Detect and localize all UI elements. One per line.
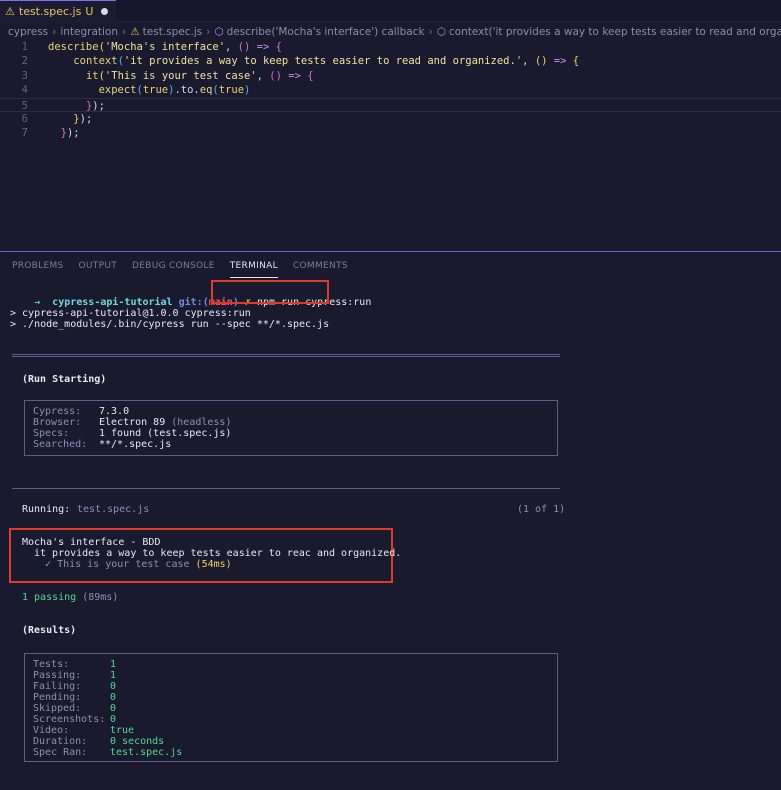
code-line[interactable]: 5 }); [0, 97, 781, 112]
running-count: (1 of 1) [517, 504, 566, 515]
flask-icon: ⚠ [130, 26, 140, 38]
panel-tabs: PROBLEMS OUTPUT DEBUG CONSOLE TERMINAL C… [0, 252, 781, 278]
breadcrumb-item-context[interactable]: context('it provides a way to keep tests… [449, 26, 781, 38]
results-heading: (Results) [22, 625, 77, 636]
searched-label: Searched: [33, 439, 88, 450]
line-number: 7 [21, 127, 28, 140]
chevron-right-icon: › [428, 26, 433, 38]
passing-summary: 1 passing (89ms) [22, 592, 119, 603]
tab-filename: test.spec.js [18, 5, 82, 18]
cube-icon: ⬡ [436, 26, 446, 38]
divider-line [12, 354, 560, 355]
flask-icon: ⚠ [5, 5, 15, 18]
code-text: context('it provides a way to keep tests… [73, 55, 580, 68]
chevron-right-icon: › [122, 26, 127, 38]
code-text: describe('Mocha's interface', () => { [48, 41, 282, 53]
code-line[interactable]: 7 }); [0, 126, 781, 140]
test-result-line: ✓ This is your test case (54ms) [45, 559, 232, 570]
result-value: test.spec.js [110, 747, 183, 758]
file-tab[interactable]: ⚠ test.spec.js U [0, 0, 116, 22]
code-editor[interactable]: 1 describe('Mocha's interface', () => {2 … [0, 40, 781, 250]
breadcrumb-item-integration[interactable]: integration [60, 26, 118, 38]
results-box [24, 653, 558, 762]
code-line[interactable]: 6 }); [0, 112, 781, 126]
tab-comments[interactable]: COMMENTS [293, 252, 348, 278]
chevron-right-icon: › [52, 26, 57, 38]
code-text: }); [85, 99, 105, 112]
tab-output[interactable]: OUTPUT [79, 252, 117, 278]
running-spec: test.spec.js [77, 504, 150, 515]
code-text: it('This is your test case', () => { [85, 69, 314, 82]
result-label: Spec Ran: [33, 747, 88, 758]
line-number: 6 [21, 113, 28, 125]
divider-line [12, 488, 560, 489]
line-number: 1 [21, 41, 28, 53]
running-label: Running: [22, 504, 71, 515]
editor-tab-bar: ⚠ test.spec.js U [0, 0, 781, 22]
breadcrumb-item-cypress[interactable]: cypress [8, 26, 48, 38]
npm-output-line-2: > ./node_modules/.bin/cypress run --spec… [10, 319, 330, 330]
divider-line [12, 356, 560, 357]
git-label: git:( [178, 297, 209, 308]
prompt-directory: cypress-api-tutorial [52, 297, 173, 308]
code-text: expect(true).to.eq(true) [98, 84, 251, 97]
searched-value: **/*.spec.js [99, 439, 172, 450]
tab-problems[interactable]: PROBLEMS [12, 252, 64, 278]
code-text: }); [73, 113, 93, 125]
line-number: 3 [21, 69, 28, 82]
line-number: 4 [21, 84, 28, 97]
run-starting-heading: (Run Starting) [22, 374, 107, 385]
unsaved-dot-icon[interactable] [101, 8, 109, 15]
tab-debug-console[interactable]: DEBUG CONSOLE [132, 252, 215, 278]
tab-git-status: U [85, 5, 94, 18]
terminal[interactable]: → cypress-api-tutorial git:(main) ✗ npm … [0, 278, 781, 790]
code-text: }); [60, 127, 80, 140]
code-line[interactable]: 4 expect(true).to.eq(true) [0, 83, 781, 97]
breadcrumb-item-describe[interactable]: describe('Mocha's interface') callback [227, 26, 425, 38]
line-number: 5 [21, 99, 28, 112]
code-line[interactable]: 1 describe('Mocha's interface', () => { [0, 40, 781, 54]
breadcrumb-item-file[interactable]: test.spec.js [143, 26, 203, 38]
breadcrumb: cypress › integration › ⚠ test.spec.js › ⬡ descr… [0, 23, 781, 41]
check-icon: ✓ [45, 559, 52, 570]
tab-terminal[interactable]: TERMINAL [229, 252, 278, 278]
command-highlight-box [211, 280, 329, 304]
code-line[interactable]: 2 context('it provides a way to keep tes… [0, 54, 781, 68]
chevron-right-icon: › [206, 26, 211, 38]
cube-icon: ⬡ [214, 26, 224, 38]
code-line[interactable]: 3 it('This is your test case', () => { [0, 69, 781, 83]
prompt-arrow-icon: → [34, 297, 41, 308]
line-number: 2 [21, 55, 28, 68]
